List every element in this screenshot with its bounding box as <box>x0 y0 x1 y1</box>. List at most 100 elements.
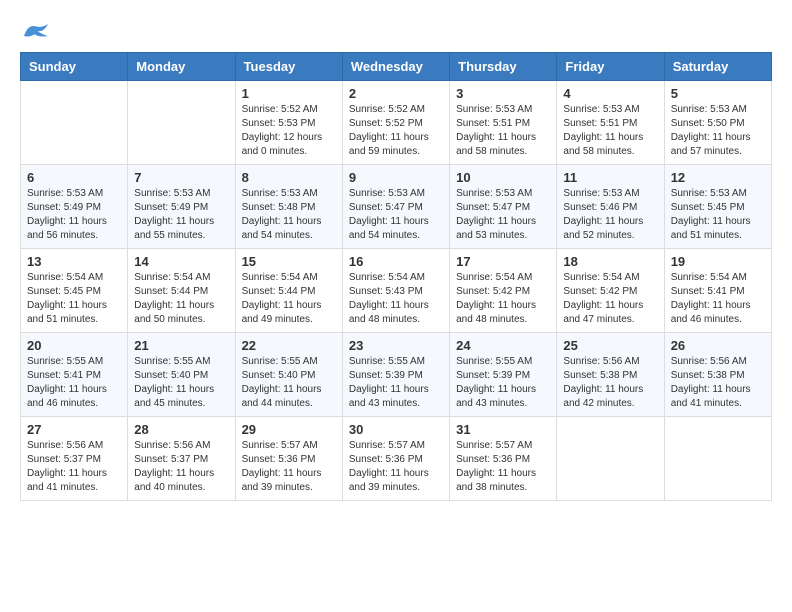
calendar-cell <box>21 81 128 165</box>
calendar-cell: 16 Sunrise: 5:54 AM Sunset: 5:43 PM Dayli… <box>342 249 449 333</box>
day-info: Sunrise: 5:53 AM Sunset: 5:50 PM Dayligh… <box>671 103 765 159</box>
day-info: Sunrise: 5:54 AM Sunset: 5:42 PM Dayligh… <box>563 271 657 327</box>
day-info: Sunrise: 5:54 AM Sunset: 5:45 PM Dayligh… <box>27 271 121 327</box>
day-info: Sunrise: 5:54 AM Sunset: 5:43 PM Dayligh… <box>349 271 443 327</box>
calendar-cell: 28 Sunrise: 5:56 AM Sunset: 5:37 PM Dayli… <box>128 417 235 501</box>
day-number: 24 <box>456 338 550 353</box>
day-number: 21 <box>134 338 228 353</box>
calendar-week-1: 1Sunrise: 5:52 AM Sunset: 5:53 PM Daylig… <box>21 81 772 165</box>
day-number: 13 <box>27 254 121 269</box>
calendar-cell <box>557 417 664 501</box>
day-info: Sunrise: 5:55 AM Sunset: 5:41 PM Dayligh… <box>27 355 121 411</box>
day-number: 30 <box>349 422 443 437</box>
day-number: 22 <box>242 338 336 353</box>
day-info: Sunrise: 5:55 AM Sunset: 5:40 PM Dayligh… <box>134 355 228 411</box>
day-number: 16 <box>349 254 443 269</box>
calendar-week-2: 6 Sunrise: 5:53 AM Sunset: 5:49 PM Daylig… <box>21 165 772 249</box>
calendar-cell: 11 Sunrise: 5:53 AM Sunset: 5:46 PM Dayli… <box>557 165 664 249</box>
header-sunday: Sunday <box>21 53 128 81</box>
day-number: 2 <box>349 86 443 101</box>
day-number: 19 <box>671 254 765 269</box>
day-info: Sunrise: 5:53 AM Sunset: 5:48 PM Dayligh… <box>242 187 336 243</box>
day-info: Sunrise: 5:56 AM Sunset: 5:38 PM Dayligh… <box>671 355 765 411</box>
day-info: Sunrise: 5:55 AM Sunset: 5:40 PM Dayligh… <box>242 355 336 411</box>
day-number: 28 <box>134 422 228 437</box>
calendar-cell: 24 Sunrise: 5:55 AM Sunset: 5:39 PM Dayli… <box>450 333 557 417</box>
day-info: Sunrise: 5:54 AM Sunset: 5:44 PM Dayligh… <box>242 271 336 327</box>
calendar-cell: 19 Sunrise: 5:54 AM Sunset: 5:41 PM Dayli… <box>664 249 771 333</box>
day-info: Sunrise: 5:52 AM Sunset: 5:52 PM Dayligh… <box>349 103 443 159</box>
day-number: 6 <box>27 170 121 185</box>
day-info: Sunrise: 5:53 AM Sunset: 5:46 PM Dayligh… <box>563 187 657 243</box>
calendar-cell: 14 Sunrise: 5:54 AM Sunset: 5:44 PM Dayli… <box>128 249 235 333</box>
calendar-cell: 7Sunrise: 5:53 AM Sunset: 5:49 PM Daylig… <box>128 165 235 249</box>
day-info: Sunrise: 5:53 AM Sunset: 5:47 PM Dayligh… <box>349 187 443 243</box>
logo <box>20 20 56 44</box>
header-wednesday: Wednesday <box>342 53 449 81</box>
calendar-cell: 23 Sunrise: 5:55 AM Sunset: 5:39 PM Dayli… <box>342 333 449 417</box>
day-info: Sunrise: 5:56 AM Sunset: 5:38 PM Dayligh… <box>563 355 657 411</box>
day-info: Sunrise: 5:57 AM Sunset: 5:36 PM Dayligh… <box>349 439 443 495</box>
calendar-cell <box>664 417 771 501</box>
page-header <box>20 20 772 44</box>
day-info: Sunrise: 5:55 AM Sunset: 5:39 PM Dayligh… <box>349 355 443 411</box>
calendar-cell: 30 Sunrise: 5:57 AM Sunset: 5:36 PM Dayli… <box>342 417 449 501</box>
calendar-cell: 8 Sunrise: 5:53 AM Sunset: 5:48 PM Daylig… <box>235 165 342 249</box>
day-number: 4 <box>563 86 657 101</box>
day-number: 9 <box>349 170 443 185</box>
calendar-table: SundayMondayTuesdayWednesdayThursdayFrid… <box>20 52 772 501</box>
day-number: 26 <box>671 338 765 353</box>
calendar-cell: 1Sunrise: 5:52 AM Sunset: 5:53 PM Daylig… <box>235 81 342 165</box>
calendar-week-5: 27 Sunrise: 5:56 AM Sunset: 5:37 PM Dayli… <box>21 417 772 501</box>
day-info: Sunrise: 5:57 AM Sunset: 5:36 PM Dayligh… <box>242 439 336 495</box>
calendar-cell: 6 Sunrise: 5:53 AM Sunset: 5:49 PM Daylig… <box>21 165 128 249</box>
header-monday: Monday <box>128 53 235 81</box>
calendar-cell: 4 Sunrise: 5:53 AM Sunset: 5:51 PM Daylig… <box>557 81 664 165</box>
header-saturday: Saturday <box>664 53 771 81</box>
day-info: Sunrise: 5:54 AM Sunset: 5:44 PM Dayligh… <box>134 271 228 327</box>
day-number: 17 <box>456 254 550 269</box>
day-info: Sunrise: 5:53 AM Sunset: 5:47 PM Dayligh… <box>456 187 550 243</box>
day-info: Sunrise: 5:55 AM Sunset: 5:39 PM Dayligh… <box>456 355 550 411</box>
day-info: Sunrise: 5:53 AM Sunset: 5:45 PM Dayligh… <box>671 187 765 243</box>
calendar-cell: 3Sunrise: 5:53 AM Sunset: 5:51 PM Daylig… <box>450 81 557 165</box>
day-info: Sunrise: 5:57 AM Sunset: 5:36 PM Dayligh… <box>456 439 550 495</box>
calendar-cell: 10 Sunrise: 5:53 AM Sunset: 5:47 PM Dayli… <box>450 165 557 249</box>
day-number: 27 <box>27 422 121 437</box>
header-thursday: Thursday <box>450 53 557 81</box>
day-info: Sunrise: 5:53 AM Sunset: 5:49 PM Dayligh… <box>27 187 121 243</box>
day-number: 5 <box>671 86 765 101</box>
day-info: Sunrise: 5:53 AM Sunset: 5:51 PM Dayligh… <box>563 103 657 159</box>
day-number: 10 <box>456 170 550 185</box>
day-info: Sunrise: 5:52 AM Sunset: 5:53 PM Dayligh… <box>242 103 336 159</box>
calendar-week-3: 13 Sunrise: 5:54 AM Sunset: 5:45 PM Dayli… <box>21 249 772 333</box>
header-friday: Friday <box>557 53 664 81</box>
day-number: 11 <box>563 170 657 185</box>
calendar-cell: 26 Sunrise: 5:56 AM Sunset: 5:38 PM Dayli… <box>664 333 771 417</box>
calendar-cell: 29 Sunrise: 5:57 AM Sunset: 5:36 PM Dayli… <box>235 417 342 501</box>
calendar-cell: 17 Sunrise: 5:54 AM Sunset: 5:42 PM Dayli… <box>450 249 557 333</box>
calendar-header-row: SundayMondayTuesdayWednesdayThursdayFrid… <box>21 53 772 81</box>
day-number: 29 <box>242 422 336 437</box>
day-info: Sunrise: 5:56 AM Sunset: 5:37 PM Dayligh… <box>134 439 228 495</box>
logo-icon <box>20 20 52 44</box>
day-info: Sunrise: 5:54 AM Sunset: 5:41 PM Dayligh… <box>671 271 765 327</box>
calendar-cell <box>128 81 235 165</box>
calendar-cell: 22 Sunrise: 5:55 AM Sunset: 5:40 PM Dayli… <box>235 333 342 417</box>
calendar-cell: 15Sunrise: 5:54 AM Sunset: 5:44 PM Dayli… <box>235 249 342 333</box>
calendar-cell: 25Sunrise: 5:56 AM Sunset: 5:38 PM Dayli… <box>557 333 664 417</box>
day-number: 20 <box>27 338 121 353</box>
calendar-cell: 9 Sunrise: 5:53 AM Sunset: 5:47 PM Daylig… <box>342 165 449 249</box>
day-number: 23 <box>349 338 443 353</box>
calendar-cell: 31 Sunrise: 5:57 AM Sunset: 5:36 PM Dayli… <box>450 417 557 501</box>
day-number: 31 <box>456 422 550 437</box>
calendar-cell: 5 Sunrise: 5:53 AM Sunset: 5:50 PM Daylig… <box>664 81 771 165</box>
calendar-cell: 2 Sunrise: 5:52 AM Sunset: 5:52 PM Daylig… <box>342 81 449 165</box>
day-info: Sunrise: 5:56 AM Sunset: 5:37 PM Dayligh… <box>27 439 121 495</box>
day-number: 18 <box>563 254 657 269</box>
day-number: 14 <box>134 254 228 269</box>
day-info: Sunrise: 5:54 AM Sunset: 5:42 PM Dayligh… <box>456 271 550 327</box>
day-number: 8 <box>242 170 336 185</box>
header-tuesday: Tuesday <box>235 53 342 81</box>
calendar-week-4: 20 Sunrise: 5:55 AM Sunset: 5:41 PM Dayli… <box>21 333 772 417</box>
